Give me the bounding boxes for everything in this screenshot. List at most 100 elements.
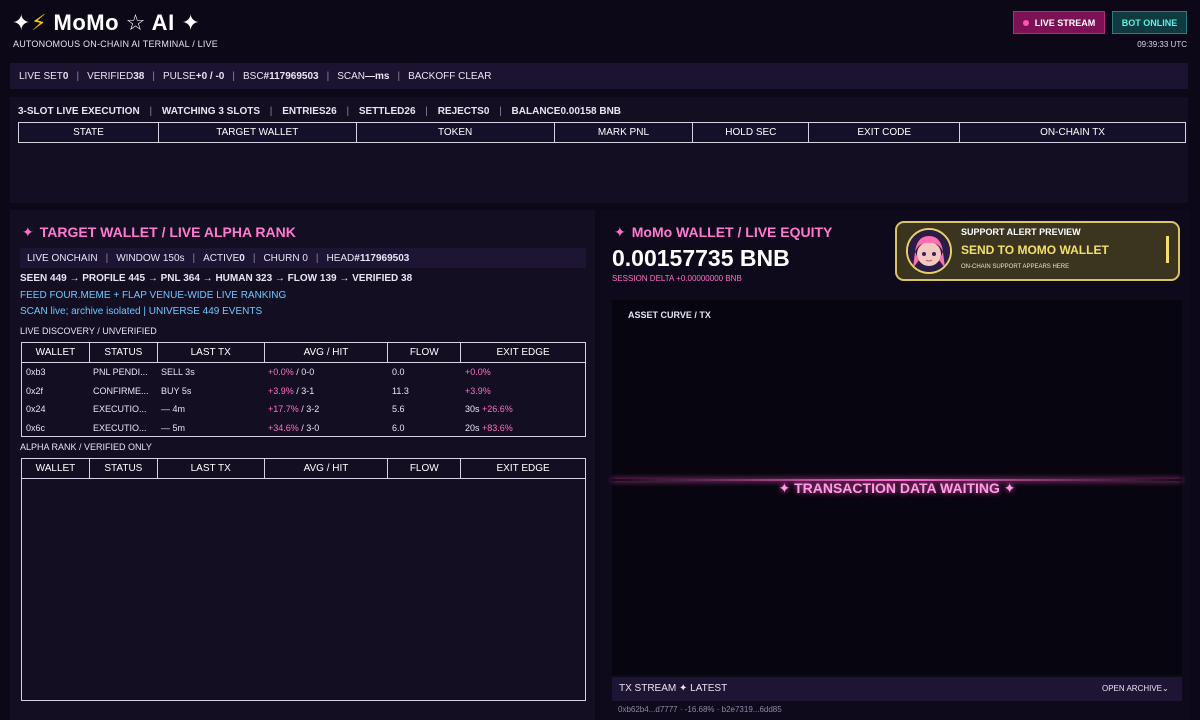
bot-online-badge[interactable]: BOT ONLINE: [1112, 11, 1187, 34]
transaction-waiting-message: ✦ TRANSACTION DATA WAITING ✦: [778, 480, 1016, 496]
alert-accent-bar: [1166, 236, 1169, 263]
flow-cell: 6.0: [392, 422, 405, 433]
send-to-wallet-label: SEND TO MOMO WALLET: [961, 243, 1109, 257]
avg-hit-cell: +34.6% / 3-0: [268, 422, 320, 433]
column-header[interactable]: AVG / HIT: [263, 342, 389, 363]
execution-header: 3-SLOT LIVE EXECUTION | WATCHING 3 SLOTS…: [18, 106, 622, 117]
scan-line: SCAN live; archive isolated | UNIVERSE 4…: [20, 306, 263, 317]
bsc-stat: BSC#117969503: [242, 70, 319, 82]
column-header[interactable]: STATE: [18, 122, 159, 143]
table-row[interactable]: 0x6c EXECUTIO... — 5m +34.6% / 3-0 6.0 2…: [22, 419, 585, 438]
execution-table: STATE TARGET WALLET TOKEN MARK PNL HOLD …: [18, 122, 1186, 143]
head-stat: HEAD#117969503: [326, 252, 410, 264]
live-stream-button[interactable]: LIVE STREAM: [1013, 11, 1105, 34]
lightning-icon: ⚡: [30, 10, 47, 35]
alpha-panel-title: ✦ TARGET WALLET / LIVE ALPHA RANK: [22, 224, 296, 240]
status-cell: PNL PENDI...: [93, 367, 148, 378]
app-subtitle: AUTONOMOUS ON-CHAIN AI TERMINAL / LIVE: [13, 39, 218, 49]
tx-stream-label: TX STREAM ✦ LATEST: [619, 683, 728, 694]
alpha-rank-label: ALPHA RANK / VERIFIED ONLY: [20, 442, 152, 452]
live-dot-icon: [1022, 19, 1029, 26]
asset-curve-label: ASSET CURVE / TX: [628, 310, 711, 320]
wallet-panel-title: ✦ MoMo WALLET / LIVE EQUITY: [614, 224, 833, 240]
last-tx-cell: BUY 5s: [161, 385, 192, 396]
status-strip: LIVE SET0 | VERIFIED38 | PULSE+0 / -0 | …: [10, 63, 1188, 89]
active-stat: ACTIVE0: [203, 252, 245, 264]
execution-title: 3-SLOT LIVE EXECUTION: [18, 106, 140, 117]
settled-stat: SETTLED26: [358, 106, 416, 117]
column-header[interactable]: ON-CHAIN TX: [959, 122, 1186, 143]
equity-value: 0.00157735 BNB: [612, 245, 790, 271]
flow-cell: 0.0: [392, 367, 405, 378]
column-header[interactable]: TOKEN: [355, 122, 555, 143]
balance-stat: BALANCE0.00158 BNB: [511, 106, 622, 117]
column-header[interactable]: STATUS: [88, 342, 158, 363]
alert-preview-label: SUPPORT ALERT PREVIEW: [961, 227, 1081, 237]
column-header[interactable]: AVG / HIT: [263, 458, 389, 479]
column-header[interactable]: STATUS: [88, 458, 158, 479]
flow-cell: 11.3: [392, 385, 409, 396]
live-discovery-label: LIVE DISCOVERY / UNVERIFIED: [20, 326, 157, 336]
live-onchain-label: LIVE ONCHAIN: [27, 252, 98, 264]
last-tx-cell: — 4m: [161, 404, 186, 415]
alert-note: ON-CHAIN SUPPORT APPEARS HERE: [961, 264, 1070, 270]
column-header[interactable]: EXIT EDGE: [460, 458, 586, 479]
scan-stat: SCAN—ms: [337, 70, 390, 82]
column-header[interactable]: EXIT CODE: [808, 122, 961, 143]
app-title: ✦⚡ MoMo ☆ AI ✦: [12, 10, 200, 36]
rejects-stat: REJECTS0: [437, 106, 490, 117]
status-cell: CONFIRME...: [93, 385, 149, 396]
last-tx-cell: SELL 3s: [161, 367, 195, 378]
backoff-stat: BACKOFF CLEAR: [408, 70, 492, 82]
exit-edge-cell: +3.9%: [465, 385, 491, 396]
column-header[interactable]: MARK PNL: [553, 122, 694, 143]
sparkle-icon: ✦: [12, 10, 31, 35]
wallet-cell: 0x2f: [26, 385, 44, 396]
column-header[interactable]: LAST TX: [156, 458, 265, 479]
pulse-stat: PULSE+0 / -0: [162, 70, 225, 82]
table-row[interactable]: 0xb3 PNL PENDI... SELL 3s +0.0% / 0-0 0.…: [22, 363, 585, 382]
feed-line: FEED FOUR.MEME + FLAP VENUE-WIDE LIVE RA…: [20, 290, 287, 301]
discovery-table: WALLET STATUS LAST TX AVG / HIT FLOW EXI…: [21, 342, 586, 363]
column-header[interactable]: LAST TX: [156, 342, 265, 363]
column-header[interactable]: WALLET: [21, 458, 90, 479]
window-label: WINDOW 150s: [116, 252, 185, 264]
exit-edge-cell: 30s +26.6%: [465, 404, 513, 415]
status-cell: EXECUTIO...: [93, 404, 147, 415]
sparkle-icon: ✦: [22, 224, 34, 240]
wallet-cell: 0x6c: [26, 422, 46, 433]
live-stream-label: LIVE STREAM: [1034, 17, 1096, 28]
avg-hit-cell: +3.9% / 3-1: [268, 385, 315, 396]
column-header[interactable]: WALLET: [21, 342, 90, 363]
table-row[interactable]: 0x24 EXECUTIO... — 4m +17.7% / 3-2 5.6 3…: [22, 400, 585, 419]
column-header[interactable]: EXIT EDGE: [460, 342, 586, 363]
entries-stat: ENTRIES26: [282, 106, 337, 117]
verified-stat: VERIFIED38: [87, 70, 145, 82]
wallet-cell: 0x24: [26, 404, 46, 415]
column-header[interactable]: FLOW: [387, 342, 462, 363]
flow-cell: 5.6: [392, 404, 405, 415]
table-row[interactable]: 0x2f CONFIRME... BUY 5s +3.9% / 3-1 11.3…: [22, 382, 585, 401]
sparkle-icon: ✦: [614, 224, 626, 240]
mascot-avatar-icon: [908, 230, 950, 272]
column-header[interactable]: HOLD SEC: [692, 122, 810, 143]
column-header[interactable]: FLOW: [387, 458, 462, 479]
utc-clock: 09:39:33 UTC: [1137, 40, 1187, 49]
status-cell: EXECUTIO...: [93, 422, 147, 433]
wallet-cell: 0xb3: [26, 367, 46, 378]
open-archive-button[interactable]: OPEN ARCHIVE⌄: [1102, 684, 1169, 693]
last-tx-cell: — 5m: [161, 422, 186, 433]
avatar: [906, 228, 952, 274]
exit-edge-cell: 20s +83.6%: [465, 422, 513, 433]
tx-stream-entry[interactable]: 0xb62b4...d7777 · -16.68% · b2e7319...6d…: [618, 705, 818, 715]
sparkle-icon: ✦: [181, 10, 201, 35]
watching-slots: WATCHING 3 SLOTS: [161, 106, 261, 117]
exit-edge-cell: +0.0%: [465, 367, 491, 378]
live-set-stat: LIVE SET0: [19, 70, 69, 82]
onchain-strip: LIVE ONCHAIN | WINDOW 150s | ACTIVE0 | C…: [20, 248, 586, 268]
avg-hit-cell: +17.7% / 3-2: [268, 404, 320, 415]
app-title-text: MoMo ☆ AI: [53, 10, 175, 35]
session-delta: SESSION DELTA +0.00000000 BNB: [612, 274, 742, 283]
column-header[interactable]: TARGET WALLET: [157, 122, 357, 143]
churn-stat: CHURN 0: [263, 252, 308, 264]
